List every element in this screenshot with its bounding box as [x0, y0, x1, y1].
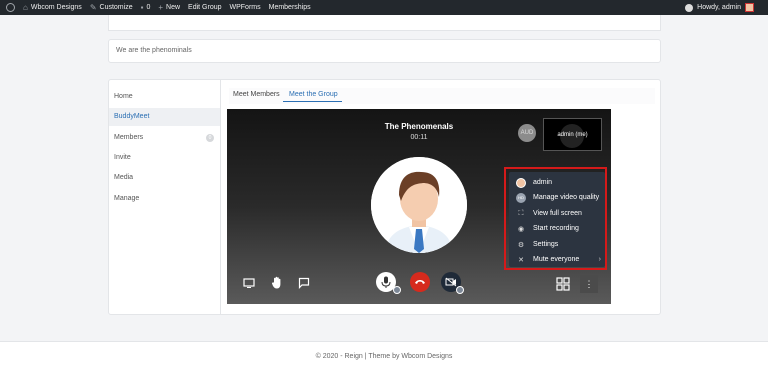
kebab-icon: ⋮ — [584, 279, 594, 289]
members-count-badge: 0 — [206, 134, 214, 142]
customize-link[interactable]: ✎ Customize — [86, 0, 137, 15]
user-avatar-icon — [516, 177, 526, 188]
group-description-panel: We are the phenominals — [108, 39, 661, 63]
self-view-thumbnail[interactable]: admin (me) — [543, 118, 602, 151]
raise-hand-icon[interactable] — [270, 276, 284, 290]
chat-icon[interactable] — [297, 277, 311, 291]
nav-item-home[interactable]: Home — [109, 88, 220, 106]
group-nav: Home BuddyMeet Members 0 Invite Media Man… — [109, 80, 221, 314]
fullscreen-icon: ⛶ — [518, 209, 524, 217]
plus-icon: + — [158, 2, 164, 12]
menu-item-start-recording[interactable]: ◉ Start recording — [509, 221, 605, 236]
header-strip — [108, 15, 661, 31]
gear-icon: ⚙ — [517, 241, 525, 249]
record-icon: ◉ — [517, 225, 525, 233]
nav-item-invite[interactable]: Invite — [109, 149, 220, 167]
new-content-link[interactable]: + New — [154, 0, 184, 15]
home-icon: ⌂ — [23, 2, 28, 12]
wpforms-link[interactable]: WPForms — [226, 0, 265, 15]
edit-group-link[interactable]: Edit Group — [184, 0, 225, 15]
camera-options-badge[interactable] — [456, 286, 464, 294]
site-name-link[interactable]: ⌂ Wbcom Designs — [19, 0, 86, 15]
nav-item-media[interactable]: Media — [109, 169, 220, 187]
memberships-link[interactable]: Memberships — [265, 0, 315, 15]
hangup-button[interactable] — [410, 272, 430, 292]
footer-copyright: © 2020 - Reign | Theme by Wbcom Designs — [315, 353, 453, 360]
tab-meet-members[interactable]: Meet Members — [233, 91, 280, 98]
menu-item-settings[interactable]: ⚙ Settings — [509, 237, 605, 252]
wordpress-icon — [6, 3, 15, 12]
tile-view-icon[interactable] — [556, 277, 570, 291]
participant-avatar — [371, 157, 467, 253]
menu-item-admin[interactable]: admin — [509, 175, 605, 190]
active-tab-underline — [283, 101, 342, 102]
more-options-button[interactable]: ⋮ — [580, 275, 598, 293]
wp-logo-menu[interactable] — [0, 0, 19, 15]
self-view-label: admin (me) — [557, 132, 588, 138]
audience-avatar[interactable]: AUD — [518, 124, 536, 142]
admin-bar: ⌂ Wbcom Designs ✎ Customize ▪ 0 + New Edit G… — [0, 0, 768, 15]
mute-everyone-icon: ✕ — [518, 256, 524, 264]
menu-item-mute-everyone[interactable]: ✕ Mute everyone › — [509, 252, 605, 267]
site-footer: © 2020 - Reign | Theme by Wbcom Designs — [0, 342, 768, 373]
account-menu[interactable]: Howdy, admin — [685, 0, 754, 15]
screen-share-icon[interactable] — [242, 277, 256, 291]
nav-item-members[interactable]: Members 0 — [109, 129, 220, 147]
nav-item-manage[interactable]: Manage — [109, 190, 220, 208]
comment-icon: ▪ — [140, 2, 144, 12]
brush-icon: ✎ — [89, 2, 97, 12]
nav-item-buddymeet[interactable]: BuddyMeet — [109, 108, 220, 126]
tab-meet-the-group[interactable]: Meet the Group — [289, 91, 338, 98]
menu-item-full-screen[interactable]: ⛶ View full screen — [509, 206, 605, 221]
chevron-right-icon: › — [598, 256, 601, 263]
admin-avatar — [745, 3, 754, 12]
group-description: We are the phenominals — [116, 47, 192, 54]
more-options-menu: admin HD Manage video quality ⛶ View ful… — [509, 172, 605, 267]
mic-options-badge[interactable] — [393, 286, 401, 294]
hd-icon: HD — [516, 192, 526, 203]
notification-icon[interactable] — [685, 3, 694, 12]
menu-item-video-quality[interactable]: HD Manage video quality — [509, 190, 605, 205]
comments-link[interactable]: ▪ 0 — [137, 0, 155, 15]
